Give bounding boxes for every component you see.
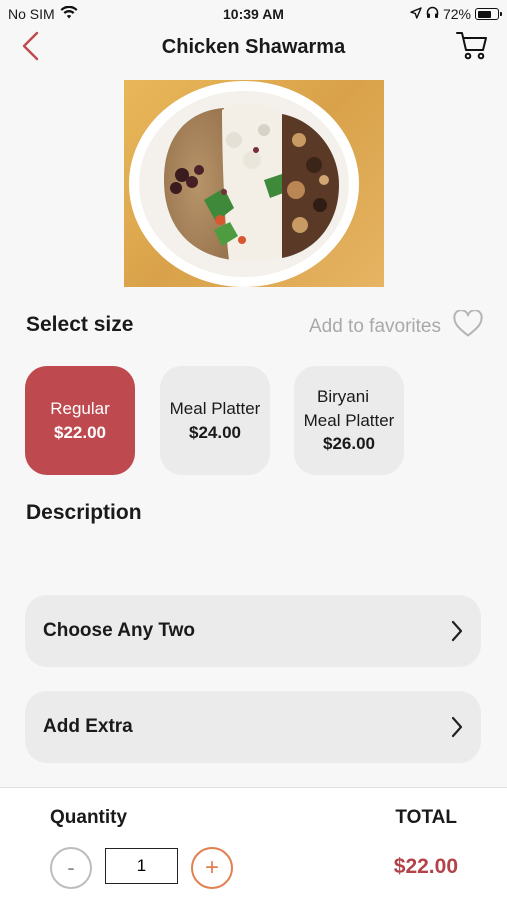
option-row-label: Choose Any Two xyxy=(43,620,195,641)
size-option-name: Meal Platter xyxy=(169,398,261,418)
location-arrow-icon xyxy=(410,6,422,22)
heart-icon xyxy=(453,309,483,344)
food-plate-image xyxy=(124,80,384,287)
size-option-name: Regular xyxy=(50,398,110,418)
select-size-title: Select size xyxy=(26,313,134,336)
page-title: Chicken Shawarma xyxy=(161,36,346,58)
choose-any-two-row[interactable]: Choose Any Two xyxy=(25,595,481,667)
size-option-name-line2: Meal Platter xyxy=(303,410,395,430)
size-option-price: $22.00 xyxy=(54,422,106,442)
option-row-label: Add Extra xyxy=(43,716,133,737)
battery-icon xyxy=(475,8,502,20)
chevron-right-icon xyxy=(451,620,463,642)
bottom-bar: Quantity TOTAL - + $22.00 xyxy=(0,787,507,900)
size-option-price: $26.00 xyxy=(323,434,375,454)
cart-button[interactable] xyxy=(453,30,491,66)
description-title: Description xyxy=(26,501,142,524)
plus-icon: + xyxy=(204,854,219,881)
quantity-input[interactable] xyxy=(105,848,178,884)
status-bar: No SIM 10:39 AM 72% xyxy=(0,0,507,30)
favorites-label: Add to favorites xyxy=(308,316,441,337)
size-option-meal-platter[interactable]: Meal Platter $24.00 xyxy=(160,366,270,475)
add-extra-row[interactable]: Add Extra xyxy=(25,691,481,763)
header: Chicken Shawarma xyxy=(0,28,507,68)
cart-icon xyxy=(456,31,488,66)
size-option-name-line1: Biryani xyxy=(317,386,369,406)
minus-icon: - xyxy=(67,855,75,880)
size-option-price: $24.00 xyxy=(189,422,241,442)
size-option-regular[interactable]: Regular $22.00 xyxy=(25,366,135,475)
quantity-plus-button[interactable]: + xyxy=(191,847,233,889)
headphones-icon xyxy=(426,6,439,22)
quantity-label: Quantity xyxy=(50,807,128,828)
add-to-favorites-button[interactable]: Add to favorites xyxy=(308,309,483,344)
total-value: $22.00 xyxy=(393,855,458,878)
quantity-minus-button[interactable]: - xyxy=(50,847,92,889)
status-right: 72% xyxy=(410,6,502,22)
chevron-right-icon xyxy=(451,716,463,738)
total-label: TOTAL xyxy=(395,807,457,828)
battery-percent: 72% xyxy=(442,6,471,22)
size-option-biryani-meal-platter[interactable]: Biryani Meal Platter $26.00 xyxy=(294,366,404,475)
